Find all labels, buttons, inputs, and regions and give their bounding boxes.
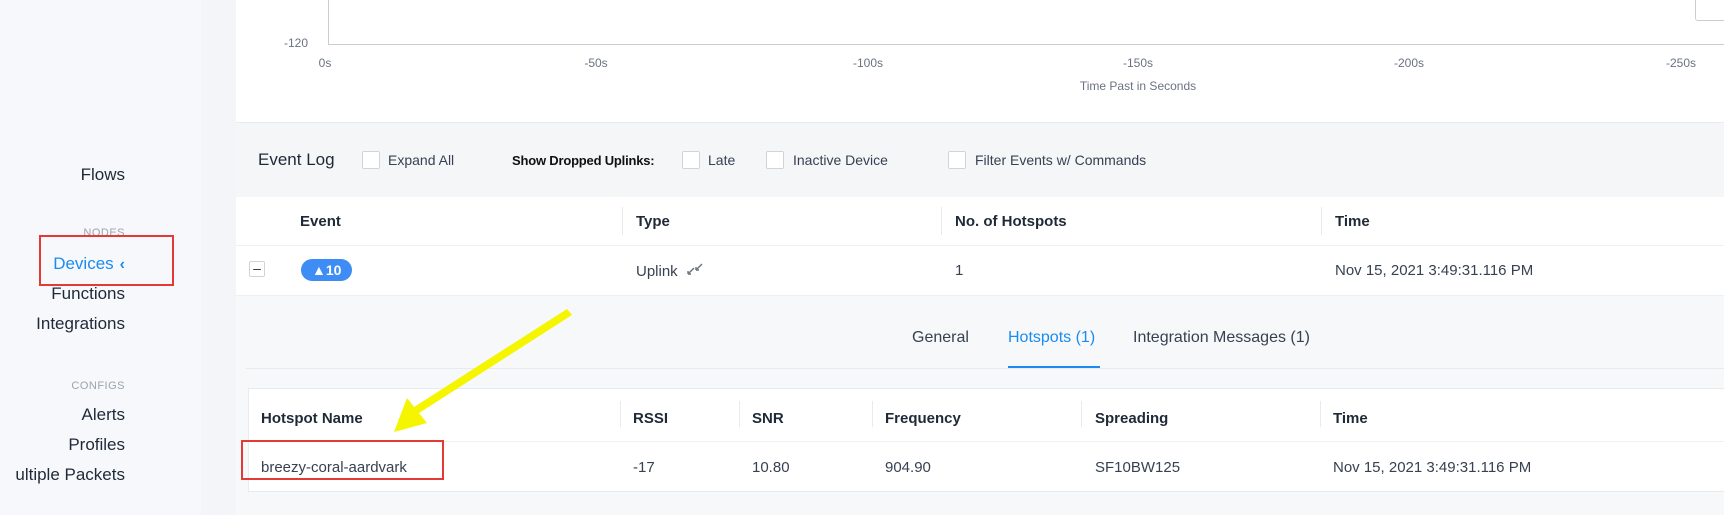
annotation-arrow-icon — [394, 309, 572, 432]
